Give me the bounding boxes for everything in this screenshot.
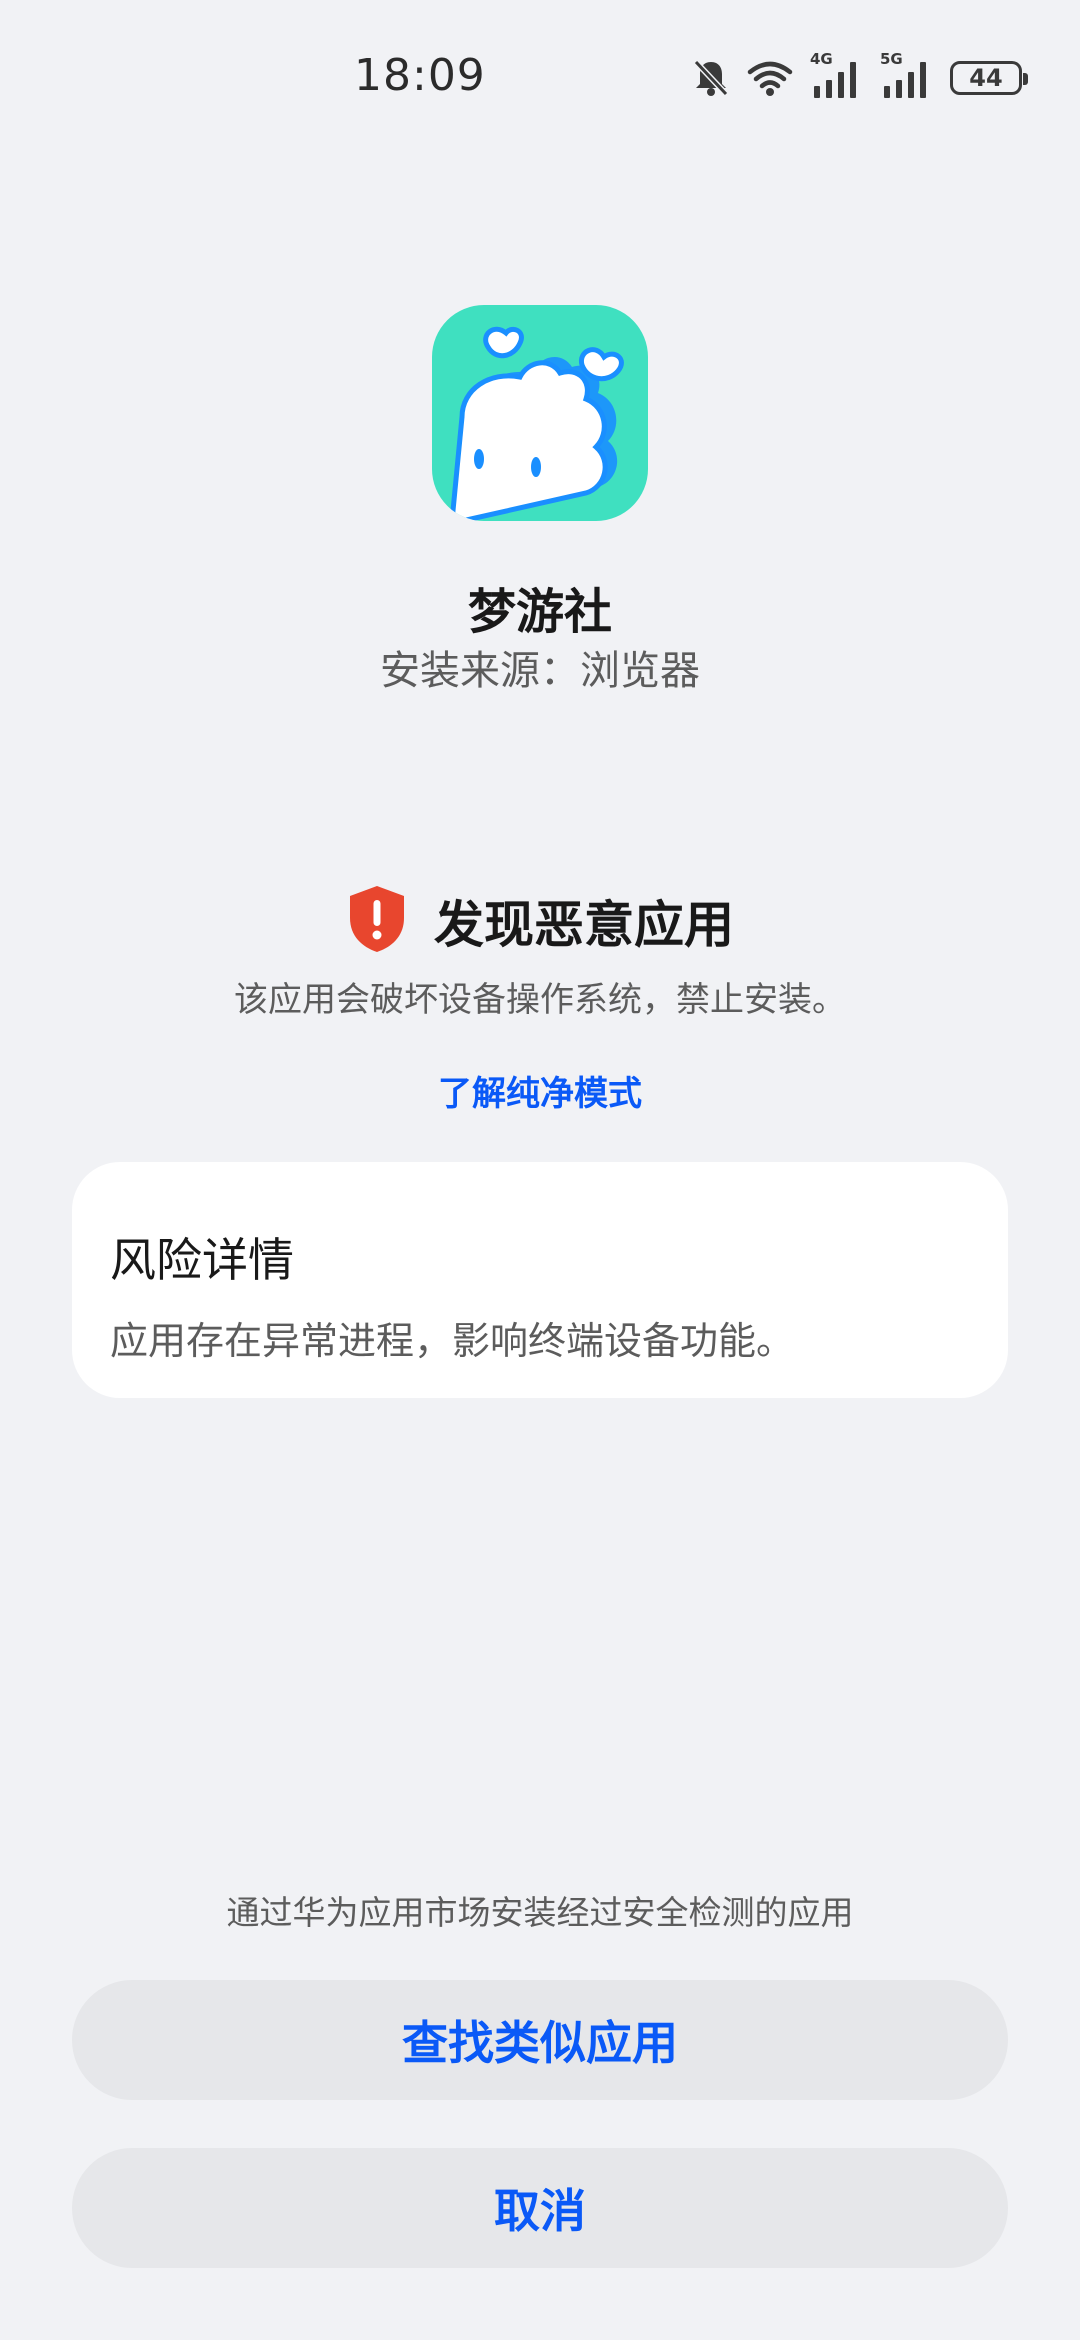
risk-details-card: 风险详情 应用存在异常进程，影响终端设备功能。 bbox=[72, 1162, 1008, 1398]
signal-5g-icon: 5G bbox=[880, 50, 934, 100]
signal-4g-icon: 4G bbox=[810, 50, 864, 100]
battery-icon: 44 bbox=[950, 61, 1028, 95]
app-market-hint: 通过华为应用市场安装经过安全检测的应用 bbox=[226, 1893, 854, 1932]
app-icon bbox=[432, 305, 648, 521]
cancel-button[interactable]: 取消 bbox=[72, 2148, 1008, 2268]
bell-muted-icon bbox=[692, 58, 730, 98]
find-similar-apps-button[interactable]: 查找类似应用 bbox=[72, 1980, 1008, 2100]
warning-description: 该应用会破坏设备操作系统，禁止安装。 bbox=[234, 980, 846, 1020]
app-name: 梦游社 bbox=[467, 584, 612, 640]
install-source: 安装来源：浏览器 bbox=[380, 648, 700, 694]
status-bar: 18:09 4G 5G 44 bbox=[0, 0, 1080, 150]
learn-pure-mode-link[interactable]: 了解纯净模式 bbox=[0, 1066, 1080, 1115]
wifi-icon bbox=[746, 58, 794, 98]
risk-details-body: 应用存在异常进程，影响终端设备功能。 bbox=[110, 1319, 795, 1363]
status-time: 18:09 bbox=[354, 50, 486, 101]
status-icons: 4G 5G 44 bbox=[692, 50, 1028, 100]
risk-details-title: 风险详情 bbox=[110, 1233, 294, 1287]
warning-title: 发现恶意应用 bbox=[434, 896, 734, 954]
warning-header: 发现恶意应用 bbox=[0, 884, 1080, 958]
battery-level: 44 bbox=[969, 64, 1003, 92]
shield-warning-icon bbox=[346, 884, 408, 958]
